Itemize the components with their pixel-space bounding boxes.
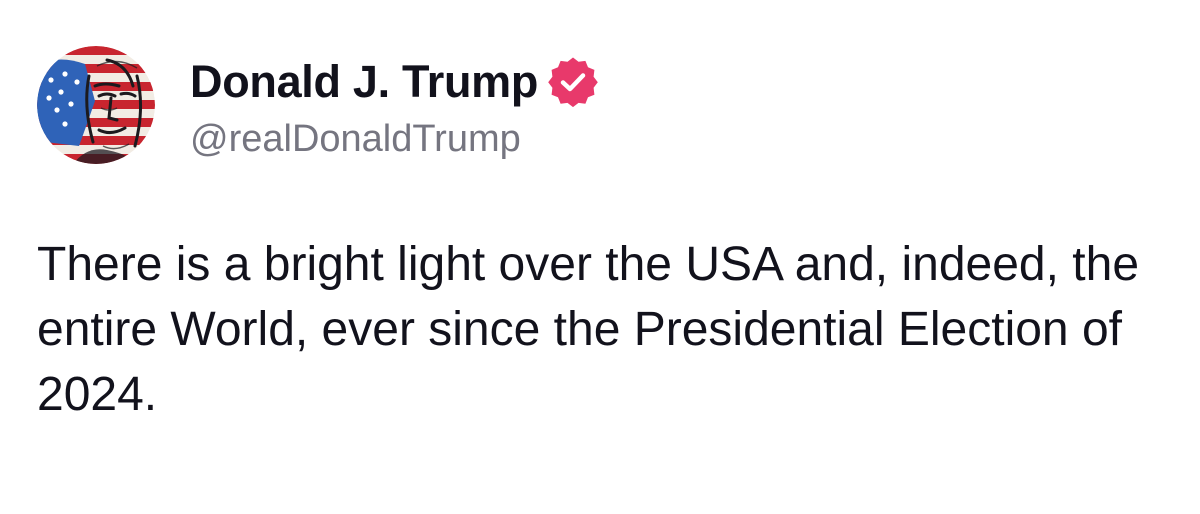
author-handle[interactable]: @realDonaldTrump [190,118,521,161]
author-row: Donald J. Trump [190,52,598,112]
post-text: There is a bright light over the USA and… [37,238,1140,421]
post-card: Donald J. Trump @realDonaldTrump There i… [0,0,1200,514]
flag-portrait-icon [37,46,155,164]
verified-badge-icon [548,57,598,107]
author-display-name[interactable]: Donald J. Trump [190,56,538,108]
avatar[interactable] [37,46,155,164]
